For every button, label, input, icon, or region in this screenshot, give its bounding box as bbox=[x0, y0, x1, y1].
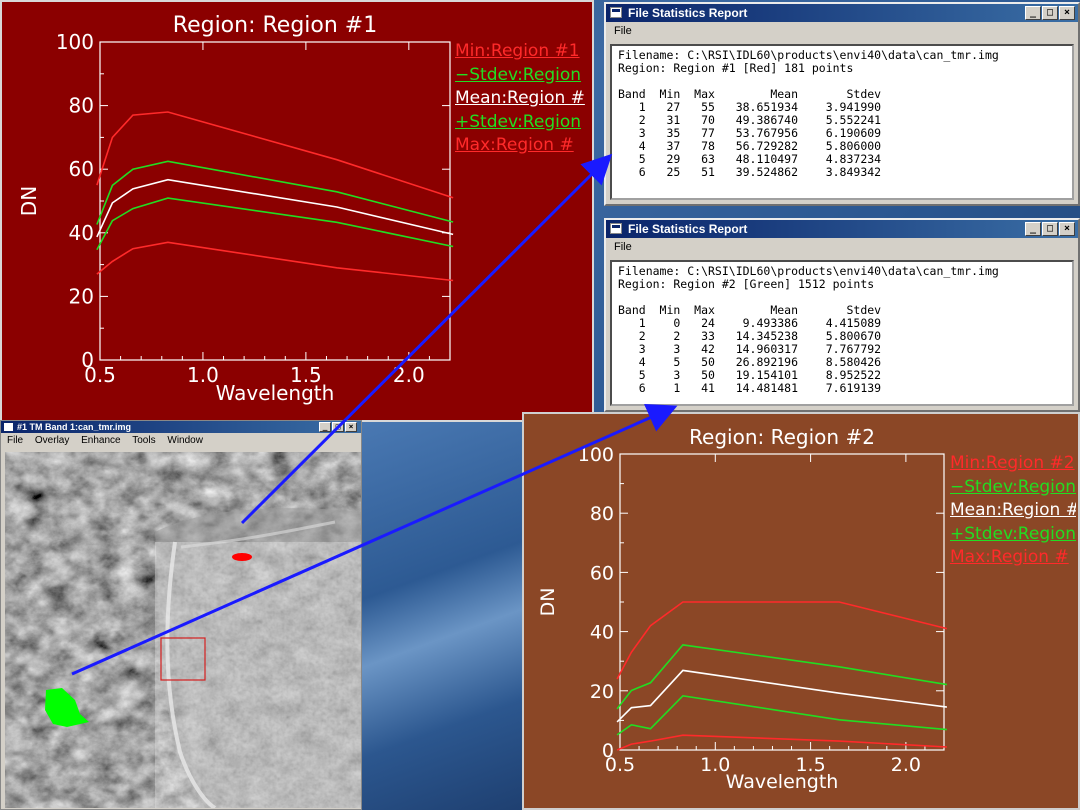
legend-entry: Min:Region #2 bbox=[950, 453, 1075, 473]
image-window-menubar: File Overlay Enhance Tools Window bbox=[1, 433, 361, 449]
y-tick-label: 100 bbox=[578, 444, 614, 466]
legend-entry: +Stdev:Region bbox=[455, 111, 582, 132]
x-axis-label: Wavelength bbox=[726, 771, 839, 793]
desktop-background bbox=[360, 420, 530, 810]
legend-entry: Max:Region # bbox=[950, 547, 1069, 567]
y-tick-label: 40 bbox=[590, 622, 614, 644]
x-tick-label: 2.0 bbox=[393, 363, 425, 387]
series-line-0 bbox=[96, 241, 454, 282]
menu-window[interactable]: Window bbox=[167, 435, 203, 446]
close-button[interactable]: × bbox=[345, 422, 357, 432]
y-tick-label: 40 bbox=[69, 221, 94, 245]
legend-entry: Max:Region # bbox=[455, 135, 574, 155]
x-axis-label: Wavelength bbox=[216, 381, 335, 405]
x-tick-label: 1.0 bbox=[187, 363, 219, 387]
y-tick-label: 80 bbox=[69, 94, 94, 118]
maximize-button[interactable]: □ bbox=[1042, 6, 1058, 20]
x-tick-label: 0.5 bbox=[84, 363, 116, 387]
legend-entry: −Stdev:Region bbox=[950, 476, 1076, 497]
report-2-title: File Statistics Report bbox=[628, 222, 748, 236]
window-icon bbox=[610, 223, 622, 234]
window-icon bbox=[4, 423, 13, 431]
y-axis-label: DN bbox=[537, 588, 559, 617]
plot-title: Region: Region #1 bbox=[173, 13, 377, 38]
y-tick-label: 80 bbox=[590, 503, 614, 525]
legend-entry: Mean:Region # bbox=[455, 88, 585, 108]
minimize-button[interactable]: _ bbox=[1025, 6, 1041, 20]
menu-file[interactable]: File bbox=[7, 435, 23, 446]
y-axis-label: DN bbox=[17, 186, 41, 216]
image-window-title: #1 TM Band 1:can_tmr.img bbox=[17, 422, 132, 432]
maximize-button[interactable]: □ bbox=[1042, 222, 1058, 236]
file-statistics-report-1: File Statistics Report _ □ × File Filena… bbox=[604, 2, 1080, 206]
legend-entry: +Stdev:Region bbox=[950, 523, 1076, 544]
legend-entry: Mean:Region # bbox=[950, 500, 1076, 520]
spectral-plot-region-2: Region: Region #2 0 20 40 60 80 100 0.5 1.0 1.5 2.… bbox=[522, 412, 1080, 810]
report-1-titlebar[interactable]: File Statistics Report _ □ × bbox=[606, 4, 1078, 22]
y-tick-label: 20 bbox=[590, 681, 614, 703]
menu-overlay[interactable]: Overlay bbox=[35, 435, 69, 446]
close-button[interactable]: × bbox=[1059, 6, 1075, 20]
menu-enhance[interactable]: Enhance bbox=[81, 435, 120, 446]
x-tick-label: 2.0 bbox=[891, 754, 921, 776]
file-menu[interactable]: File bbox=[614, 25, 632, 37]
series-line-1 bbox=[96, 197, 454, 251]
window-icon bbox=[610, 7, 622, 18]
roi-region-1[interactable] bbox=[232, 553, 252, 561]
file-menu[interactable]: File bbox=[614, 241, 632, 253]
legend-entry: −Stdev:Region bbox=[455, 64, 582, 85]
report-1-title: File Statistics Report bbox=[628, 6, 748, 20]
series-line-2 bbox=[616, 669, 948, 723]
image-display-window: #1 TM Band 1:can_tmr.img _ □ × File Over… bbox=[0, 420, 362, 810]
menu-tools[interactable]: Tools bbox=[132, 435, 155, 446]
y-tick-label: 60 bbox=[69, 157, 94, 181]
plot-region-2-legend: Min:Region #2 −Stdev:Region Mean:Region # +… bbox=[950, 452, 1076, 570]
x-tick-label: 0.5 bbox=[605, 754, 635, 776]
close-button[interactable]: × bbox=[1059, 222, 1075, 236]
legend-entry: Min:Region #1 bbox=[455, 41, 580, 61]
y-tick-label: 60 bbox=[590, 562, 614, 584]
minimize-button[interactable]: _ bbox=[1025, 222, 1041, 236]
plot-region-1-legend: Min:Region #1 −Stdev:Region Mean:Region # +… bbox=[455, 40, 592, 158]
report-1-text[interactable]: Filename: C:\RSI\IDL60\products\envi40\d… bbox=[610, 44, 1074, 200]
file-statistics-report-2: File Statistics Report _ □ × File Filena… bbox=[604, 218, 1080, 412]
plot-frame bbox=[99, 41, 451, 361]
series-line-0 bbox=[616, 734, 947, 751]
report-2-text[interactable]: Filename: C:\RSI\IDL60\products\envi40\d… bbox=[610, 260, 1074, 406]
satellite-image-svg bbox=[5, 452, 361, 808]
plot-title: Region: Region #2 bbox=[689, 425, 875, 449]
series-line-3 bbox=[616, 644, 948, 710]
spectral-plot-region-1: Region: Region #1 0 20 40 60 80 100 0.5 1.0 1.5 2.… bbox=[0, 0, 594, 422]
series-line-4 bbox=[616, 601, 948, 680]
series-line-1 bbox=[616, 694, 947, 736]
satellite-image[interactable] bbox=[5, 452, 361, 808]
y-tick-label: 100 bbox=[56, 30, 94, 54]
maximize-button[interactable]: □ bbox=[332, 422, 344, 432]
minimize-button[interactable]: _ bbox=[319, 422, 331, 432]
y-tick-label: 20 bbox=[69, 284, 94, 308]
image-window-titlebar[interactable]: #1 TM Band 1:can_tmr.img _ □ × bbox=[1, 421, 361, 433]
series-line-3 bbox=[96, 160, 454, 225]
report-2-titlebar[interactable]: File Statistics Report _ □ × bbox=[606, 220, 1078, 238]
